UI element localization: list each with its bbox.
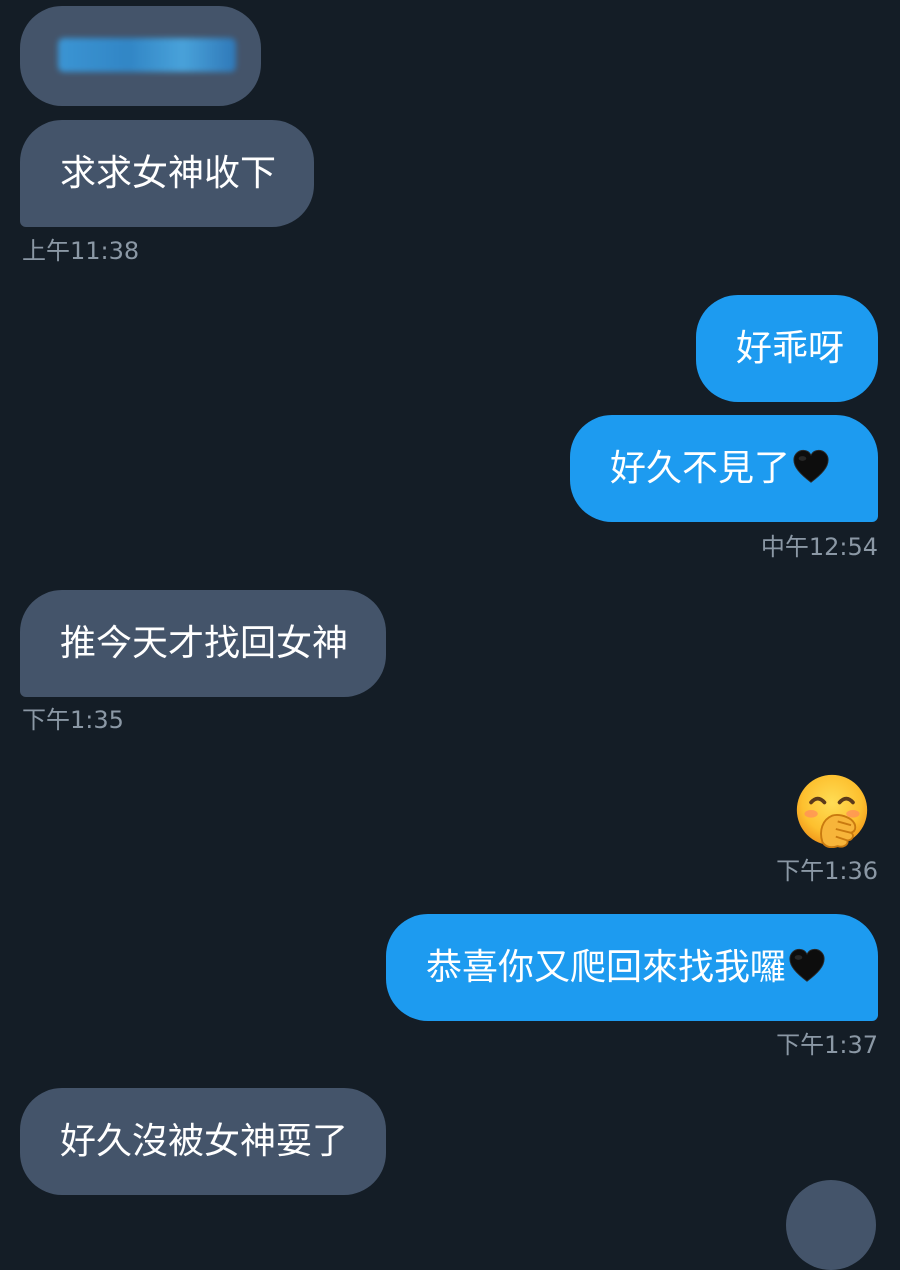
- message-timestamp: 上午11:38: [22, 237, 140, 265]
- message-text: 好乖呀: [736, 328, 845, 369]
- redaction-scribble: [58, 38, 236, 72]
- message-timestamp: 中午12:54: [760, 533, 878, 561]
- outgoing-message[interactable]: 好久不見了: [570, 415, 878, 522]
- message-timestamp: 下午1:35: [22, 706, 124, 734]
- message-text: 好久沒被女神耍了: [60, 1121, 349, 1162]
- message-timestamp: 下午1:36: [776, 857, 878, 885]
- outgoing-message[interactable]: 恭喜你又爬回來找我囉: [386, 914, 878, 1021]
- outgoing-message[interactable]: 好乖呀: [696, 295, 878, 402]
- incoming-message[interactable]: 求求女神收下: [20, 120, 314, 227]
- face-with-hand-over-mouth-icon[interactable]: [794, 772, 870, 848]
- message-thread: 求求女神收下 上午11:38 好乖呀 好久不見了 中午12:54 推今天才找回女…: [0, 0, 900, 1270]
- black-heart-icon: [788, 947, 826, 985]
- message-text: 求求女神收下: [60, 153, 277, 194]
- message-text: 好久不見了: [610, 448, 791, 489]
- incoming-message[interactable]: 好久沒被女神耍了: [20, 1088, 386, 1195]
- incoming-message[interactable]: 推今天才找回女神: [20, 590, 386, 697]
- incoming-message-redacted[interactable]: [20, 6, 261, 106]
- black-heart-icon: [792, 448, 830, 486]
- message-timestamp: 下午1:37: [776, 1031, 878, 1059]
- message-text: 恭喜你又爬回來找我囉: [426, 947, 787, 988]
- message-text: 推今天才找回女神: [60, 623, 349, 664]
- partial-bubble-edge: [786, 1180, 876, 1270]
